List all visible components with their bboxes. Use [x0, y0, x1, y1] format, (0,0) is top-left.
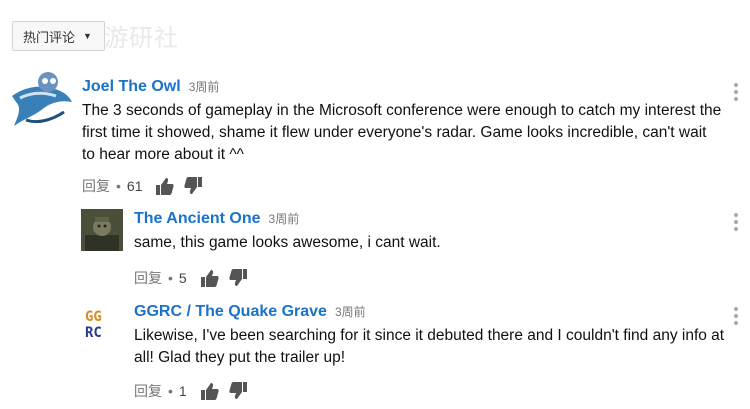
- thumbs-up-icon[interactable]: [199, 381, 219, 401]
- thumbs-up-icon[interactable]: [199, 268, 219, 288]
- comment-3: GGRC / The Quake Grave 3周前 Likewise, I'v…: [134, 303, 729, 401]
- reply-button[interactable]: 回复: [134, 381, 162, 401]
- ancient-one-avatar-icon: [81, 209, 123, 251]
- avatar-ancient-one[interactable]: [81, 209, 123, 251]
- svg-text:RC: RC: [85, 325, 102, 341]
- avatar-ggrc[interactable]: GG RC: [82, 303, 122, 343]
- separator-dot: •: [168, 270, 173, 286]
- reply-button[interactable]: 回复: [82, 176, 110, 196]
- thumbs-up-icon[interactable]: [154, 176, 175, 196]
- comment-time: 3周前: [188, 80, 220, 94]
- comment-text: same, this game looks awesome, i cant wa…: [134, 234, 441, 251]
- sort-label: 热门评论: [23, 29, 76, 45]
- reply-button[interactable]: 回复: [134, 268, 162, 288]
- thumbs-down-icon[interactable]: [229, 268, 249, 288]
- comment-text: Likewise, I've been searching for it sin…: [134, 327, 725, 366]
- watermark: 游研社: [104, 24, 179, 52]
- comment-time: 3周前: [268, 212, 300, 226]
- svg-text:GG: GG: [85, 309, 102, 325]
- thumbs-down-icon[interactable]: [229, 381, 249, 401]
- like-count: 5: [178, 270, 187, 286]
- comment-1: Joel The Owl 3周前 The 3 seconds of gamepl…: [82, 78, 722, 196]
- comment-author[interactable]: The Ancient One: [134, 210, 261, 228]
- caret-down-icon: ▼: [83, 31, 92, 41]
- separator-dot: •: [116, 178, 121, 194]
- comment-time: 3周前: [334, 305, 366, 319]
- comment-text: The 3 seconds of gameplay in the Microso…: [82, 102, 722, 163]
- like-count: 1: [178, 383, 187, 399]
- more-options-icon[interactable]: [733, 83, 739, 101]
- like-count: 61: [126, 178, 143, 194]
- sort-dropdown[interactable]: 热门评论 ▼: [12, 21, 105, 51]
- owl-avatar-icon: [12, 72, 72, 126]
- comment-2: The Ancient One 3周前 same, this game look…: [134, 210, 714, 288]
- thumbs-down-icon[interactable]: [184, 176, 204, 196]
- ggrc-logo-icon: GG RC: [82, 303, 122, 343]
- avatar-joel[interactable]: [8, 68, 74, 130]
- more-options-icon[interactable]: [733, 307, 739, 325]
- separator-dot: •: [168, 383, 173, 399]
- more-options-icon[interactable]: [733, 213, 739, 231]
- comment-author[interactable]: Joel The Owl: [82, 78, 181, 96]
- comment-author[interactable]: GGRC / The Quake Grave: [134, 303, 327, 321]
